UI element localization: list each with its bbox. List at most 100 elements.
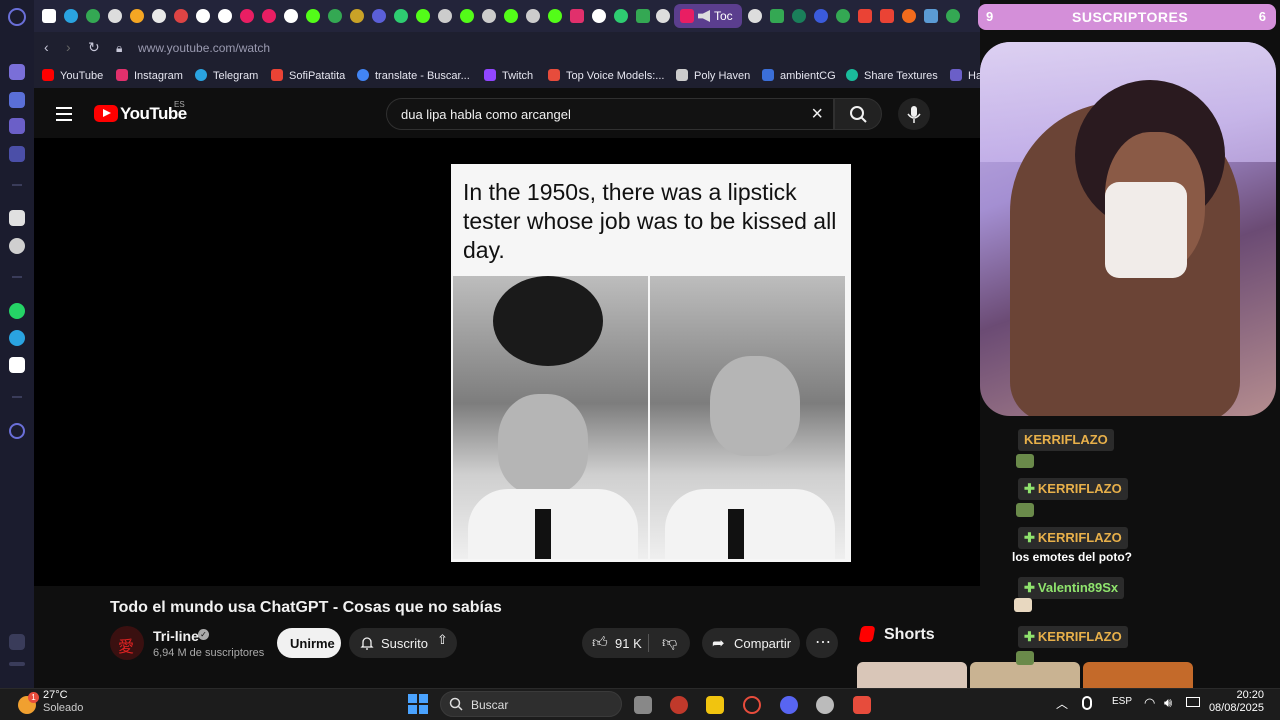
voice-search-button[interactable]	[898, 98, 930, 130]
bookmark-youtube[interactable]: YouTube	[42, 69, 103, 82]
aria-icon[interactable]	[9, 64, 25, 80]
opera-gx-icon[interactable]	[743, 696, 761, 714]
opera-logo-icon[interactable]	[8, 8, 26, 26]
app-icon[interactable]	[853, 696, 871, 714]
chatgpt-icon[interactable]	[9, 238, 25, 254]
tab-favicon[interactable]	[880, 9, 894, 23]
tab-favicon[interactable]	[770, 9, 784, 23]
bookmark-instagram[interactable]: Instagram	[116, 69, 183, 82]
tab-favicon[interactable]	[196, 9, 210, 23]
tab-favicon[interactable]	[42, 9, 56, 23]
discord-icon[interactable]	[780, 696, 798, 714]
tab-favicon[interactable]	[394, 9, 408, 23]
tab-favicon[interactable]	[792, 9, 806, 23]
short-thumbnail[interactable]	[857, 662, 967, 688]
tab-favicon[interactable]	[924, 9, 938, 23]
tab-favicon[interactable]	[130, 9, 144, 23]
input-language[interactable]: ESP	[1112, 696, 1132, 707]
tab-favicon[interactable]	[438, 9, 452, 23]
tab-favicon[interactable]	[548, 9, 562, 23]
tab-favicon[interactable]	[902, 9, 916, 23]
volume-icon[interactable]: 🔊︎	[1164, 695, 1172, 711]
bookmark-translate[interactable]: translate - Buscar...	[357, 69, 470, 82]
tab-favicon[interactable]	[350, 9, 364, 23]
tab-favicon[interactable]	[152, 9, 166, 23]
tab-favicon[interactable]	[108, 9, 122, 23]
tab-favicon[interactable]	[460, 9, 474, 23]
tab-favicon[interactable]	[240, 9, 254, 23]
weather-temperature[interactable]: 27°C	[43, 689, 68, 701]
tab-favicon[interactable]	[174, 9, 188, 23]
join-button[interactable]: Unirme	[277, 628, 341, 658]
microphone-icon[interactable]	[1082, 696, 1092, 710]
tab-favicon[interactable]	[306, 9, 320, 23]
tab-favicon[interactable]	[592, 9, 606, 23]
back-icon[interactable]: ‹	[44, 39, 49, 55]
tab-favicon[interactable]	[656, 9, 670, 23]
bookmark-share-textures[interactable]: Share Textures	[846, 69, 938, 82]
tab-favicon[interactable]	[636, 9, 650, 23]
short-thumbnail[interactable]	[1083, 662, 1193, 688]
lock-icon[interactable]: 🔒︎	[116, 41, 122, 56]
more-icon[interactable]	[9, 662, 25, 666]
url-field[interactable]: www.youtube.com/watch	[138, 41, 270, 55]
messenger-icon[interactable]	[9, 146, 25, 162]
bookmark-telegram[interactable]: Telegram	[195, 69, 258, 82]
tab-favicon[interactable]	[284, 9, 298, 23]
windows-start-button[interactable]	[408, 694, 428, 714]
tab-favicon[interactable]	[372, 9, 386, 23]
x-icon[interactable]	[9, 357, 25, 373]
history-icon[interactable]	[9, 423, 25, 439]
tab-favicon[interactable]	[482, 9, 496, 23]
bookmark-ambientcg[interactable]: ambientCG	[762, 69, 836, 82]
file-explorer-icon[interactable]	[706, 696, 724, 714]
tab-favicon[interactable]	[946, 9, 960, 23]
whatsapp-icon[interactable]	[9, 303, 25, 319]
gx-icon[interactable]	[9, 634, 25, 650]
active-tab[interactable]: Toc	[674, 4, 742, 28]
channel-name[interactable]: Tri-line	[153, 628, 199, 644]
short-thumbnail[interactable]	[970, 662, 1080, 688]
thumbs-down-icon[interactable]: 👎︎	[662, 634, 677, 652]
bookmarks-icon[interactable]	[9, 118, 25, 134]
tab-favicon[interactable]	[86, 9, 100, 23]
forward-icon[interactable]: ›	[66, 39, 71, 55]
wifi-icon[interactable]: ◠	[1144, 695, 1155, 711]
weather-sun-icon[interactable]: 1	[18, 692, 39, 714]
bookmark-twitch[interactable]: Twitch	[484, 69, 533, 82]
workspace-icon[interactable]	[9, 92, 25, 108]
channel-avatar[interactable]	[110, 626, 144, 660]
app-icon[interactable]	[670, 696, 688, 714]
tab-favicon[interactable]	[64, 9, 78, 23]
subscribed-button[interactable]: Suscrito ⇧	[349, 628, 457, 658]
speaker-icon[interactable]	[698, 10, 710, 22]
tab-favicon[interactable]	[526, 9, 540, 23]
reload-icon[interactable]: ↻	[88, 39, 100, 56]
clock-date[interactable]: 08/08/2025	[1209, 702, 1264, 714]
bookmark-top-voice-models[interactable]: Top Voice Models:...	[548, 69, 664, 82]
obs-icon[interactable]	[816, 696, 834, 714]
taskbar-search[interactable]: Buscar	[440, 691, 622, 717]
weather-condition[interactable]: Soleado	[43, 702, 83, 714]
tab-favicon[interactable]	[748, 9, 762, 23]
tab-favicon[interactable]	[218, 9, 232, 23]
tab-favicon[interactable]	[614, 9, 628, 23]
share-button[interactable]: ➦ Compartir	[702, 628, 800, 658]
tab-favicon[interactable]	[570, 9, 584, 23]
battery-icon[interactable]	[1186, 697, 1200, 707]
youtube-logo-icon[interactable]	[94, 105, 118, 122]
tab-favicon[interactable]	[262, 9, 276, 23]
tab-favicon[interactable]	[328, 9, 342, 23]
bookmark-sofipatatita[interactable]: SofiPatatita	[271, 69, 345, 82]
tab-favicon[interactable]	[814, 9, 828, 23]
more-actions-button[interactable]: ⋯	[806, 628, 838, 658]
bookmark-poly-haven[interactable]: Poly Haven	[676, 69, 750, 82]
clock-time[interactable]: 20:20	[1236, 689, 1264, 701]
clear-search-icon[interactable]: ×	[811, 103, 823, 126]
tab-favicon[interactable]	[416, 9, 430, 23]
tab-favicon[interactable]	[504, 9, 518, 23]
aria-ai-icon[interactable]	[9, 210, 25, 226]
task-view-icon[interactable]	[634, 696, 652, 714]
tab-favicon[interactable]	[858, 9, 872, 23]
search-input[interactable]: dua lipa habla como arcangel ×	[386, 98, 834, 130]
